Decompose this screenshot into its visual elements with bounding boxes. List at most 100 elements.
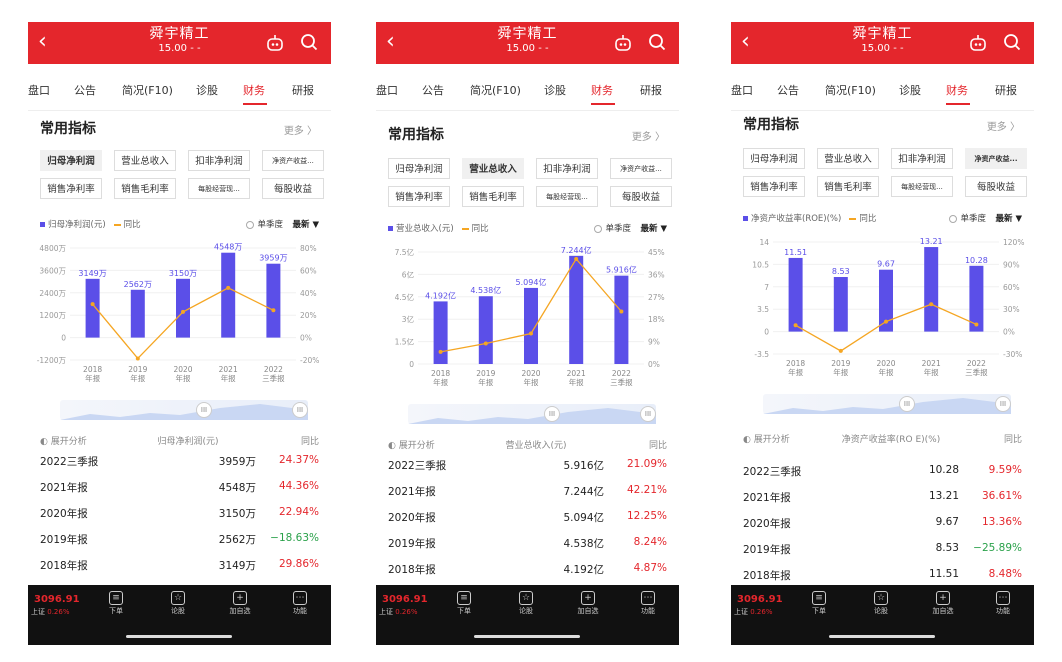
indicator-chip[interactable]: 销售毛利率 (817, 176, 879, 197)
table-row[interactable]: 2022三季报 10.28 9.59% (731, 464, 1034, 490)
indicator-chip[interactable]: 每股收益 (262, 178, 324, 199)
tab-item[interactable]: 公告 (422, 82, 444, 98)
toolbar-item[interactable]: ⋯ 功能 (985, 591, 1021, 616)
search-icon[interactable] (1002, 32, 1022, 52)
tab-item[interactable]: 简况(F10) (825, 82, 876, 98)
tab-item[interactable]: 研报 (995, 82, 1017, 98)
indicator-chip[interactable]: 销售毛利率 (114, 178, 176, 199)
single-quarter-label: 单季度 (960, 214, 986, 224)
tab-item[interactable]: 公告 (74, 82, 96, 98)
yoy-point (271, 308, 276, 313)
table-row[interactable]: 2020年报 3150万 22.94% (28, 506, 331, 532)
toolbar-item[interactable]: ☆ 论股 (863, 591, 899, 616)
toolbar-item[interactable]: ≡ 下单 (98, 591, 134, 616)
indicator-chip[interactable]: 销售毛利率 (462, 186, 524, 207)
indicator-chip[interactable]: 销售净利率 (743, 176, 805, 197)
indicator-chip[interactable]: 净资产收益... (965, 148, 1027, 169)
slider-handle[interactable]: III (899, 396, 915, 412)
tab-item[interactable]: 盘口 (376, 82, 398, 98)
bar-legend-label: 净资产收益率(ROE)(%) (751, 214, 842, 224)
index-value[interactable]: 3096.91 (34, 594, 80, 605)
tab-item[interactable]: 盘口 (28, 82, 50, 98)
toolbar-item[interactable]: ⋯ 功能 (282, 591, 318, 616)
slider-handle[interactable]: III (196, 402, 212, 418)
tab-item[interactable]: 盘口 (731, 82, 753, 98)
tab-item[interactable]: 财务 (591, 82, 613, 98)
tab-item[interactable]: 诊股 (544, 82, 566, 98)
table-row[interactable]: 2022三季报 3959万 24.37% (28, 454, 331, 480)
indicator-chip[interactable]: 营业总收入 (817, 148, 879, 169)
robot-assistant-icon[interactable] (265, 33, 285, 53)
more-link[interactable]: 更多 〉 (987, 118, 1020, 133)
table-row[interactable]: 2020年报 9.67 13.36% (731, 516, 1034, 542)
toolbar-item[interactable]: ≡ 下单 (801, 591, 837, 616)
indicator-chip[interactable]: 扣非净利润 (188, 150, 250, 171)
robot-assistant-icon[interactable] (613, 33, 633, 53)
indicator-chip[interactable]: 每股收益 (610, 186, 672, 207)
indicator-chip[interactable]: 每股经营现... (536, 186, 598, 207)
indicator-chip[interactable]: 销售净利率 (388, 186, 450, 207)
indicator-chip[interactable]: 扣非净利润 (536, 158, 598, 179)
indicator-chip[interactable]: 净资产收益... (262, 150, 324, 171)
table-row[interactable]: 2019年报 8.53 −25.89% (731, 542, 1034, 568)
toolbar-item[interactable]: + 加自选 (570, 591, 606, 616)
expand-analysis-button[interactable]: ◐ 展开分析 (388, 438, 435, 451)
tab-item[interactable]: 研报 (292, 82, 314, 98)
search-icon[interactable] (647, 32, 667, 52)
indicator-chip[interactable]: 营业总收入 (114, 150, 176, 171)
tab-item[interactable]: 诊股 (899, 82, 921, 98)
single-quarter-toggle[interactable]: 单季度 (594, 222, 631, 234)
tab-item[interactable]: 财务 (243, 82, 265, 98)
tab-item[interactable]: 财务 (946, 82, 968, 98)
robot-assistant-icon[interactable] (968, 33, 988, 53)
table-row[interactable]: 2021年报 4548万 44.36% (28, 480, 331, 506)
table-row[interactable]: 2020年报 5.094亿 12.25% (376, 510, 679, 536)
table-row[interactable]: 2019年报 2562万 −18.63% (28, 532, 331, 558)
table-row[interactable]: 2022三季报 5.916亿 21.09% (376, 458, 679, 484)
tab-item[interactable]: 简况(F10) (470, 82, 521, 98)
range-slider[interactable]: III III (60, 400, 308, 420)
latest-dropdown[interactable]: 最新 ▼ (641, 222, 668, 234)
tab-item[interactable]: 公告 (777, 82, 799, 98)
indicator-chip[interactable]: 营业总收入 (462, 158, 524, 179)
slider-handle[interactable]: III (640, 406, 656, 422)
indicator-chip[interactable]: 扣非净利润 (891, 148, 953, 169)
index-value[interactable]: 3096.91 (737, 594, 783, 605)
toolbar-item[interactable]: + 加自选 (222, 591, 258, 616)
slider-handle[interactable]: III (995, 396, 1011, 412)
indicator-chip[interactable]: 净资产收益... (610, 158, 672, 179)
single-quarter-toggle[interactable]: 单季度 (246, 218, 283, 230)
indicator-chip[interactable]: 每股经营现... (891, 176, 953, 197)
expand-analysis-button[interactable]: ◐ 展开分析 (743, 432, 790, 445)
single-quarter-toggle[interactable]: 单季度 (949, 212, 986, 224)
table-row[interactable]: 2021年报 13.21 36.61% (731, 490, 1034, 516)
indicator-chip[interactable]: 归母净利润 (40, 150, 102, 171)
toolbar-item[interactable]: ≡ 下单 (446, 591, 482, 616)
table-row[interactable]: 2021年报 7.244亿 42.21% (376, 484, 679, 510)
search-icon[interactable] (299, 32, 319, 52)
expand-analysis-button[interactable]: ◐ 展开分析 (40, 434, 87, 447)
slider-handle[interactable]: III (292, 402, 308, 418)
tab-item[interactable]: 研报 (640, 82, 662, 98)
latest-dropdown[interactable]: 最新 ▼ (996, 212, 1023, 224)
toolbar-item[interactable]: ☆ 论股 (508, 591, 544, 616)
range-slider[interactable]: III III (763, 394, 1011, 414)
more-link[interactable]: 更多 〉 (284, 122, 317, 137)
indicator-chip[interactable]: 归母净利润 (743, 148, 805, 169)
table-row[interactable]: 2018年报 3149万 29.86% (28, 558, 331, 584)
tab-item[interactable]: 简况(F10) (122, 82, 173, 98)
index-value[interactable]: 3096.91 (382, 594, 428, 605)
indicator-chip[interactable]: 归母净利润 (388, 158, 450, 179)
indicator-chip[interactable]: 每股经营现... (188, 178, 250, 199)
indicator-chip[interactable]: 每股收益 (965, 176, 1027, 197)
toolbar-item[interactable]: ⋯ 功能 (630, 591, 666, 616)
indicator-chip[interactable]: 销售净利率 (40, 178, 102, 199)
latest-dropdown[interactable]: 最新 ▼ (293, 218, 320, 230)
slider-handle[interactable]: III (544, 406, 560, 422)
toolbar-item[interactable]: ☆ 论股 (160, 591, 196, 616)
more-link[interactable]: 更多 〉 (632, 128, 665, 143)
table-row[interactable]: 2019年报 4.538亿 8.24% (376, 536, 679, 562)
range-slider[interactable]: III III (408, 404, 656, 424)
toolbar-item[interactable]: + 加自选 (925, 591, 961, 616)
tab-item[interactable]: 诊股 (196, 82, 218, 98)
